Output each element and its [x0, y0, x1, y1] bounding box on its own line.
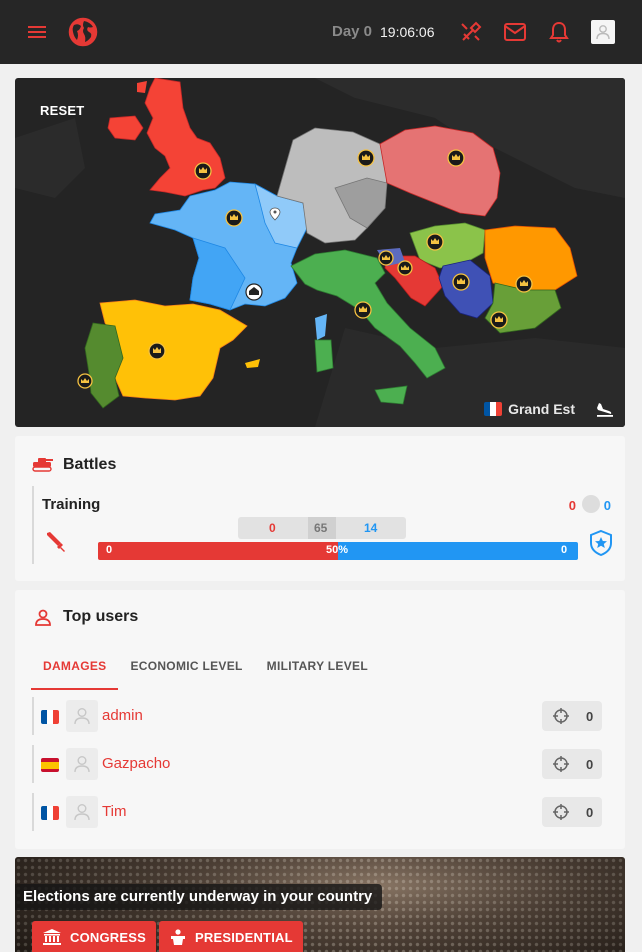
battle-item[interactable]: Training 0 0 0 65 14 0 50% 0: [32, 486, 612, 564]
plane-landing-icon[interactable]: [595, 400, 615, 423]
user-name[interactable]: admin: [102, 707, 143, 724]
crosshair-icon: [553, 708, 569, 724]
damage-value: 0: [542, 797, 602, 827]
battles-title: Battles: [63, 456, 117, 473]
region-portugal[interactable]: [84, 322, 124, 409]
defender-rounds: 0: [603, 498, 611, 513]
shield-icon: [588, 529, 614, 562]
spain-flag-icon: [41, 758, 59, 772]
top-users-title: Top users: [63, 608, 139, 625]
user-name[interactable]: Gazpacho: [102, 755, 170, 772]
globe-logo-icon[interactable]: [66, 15, 100, 49]
round-number: 65: [314, 521, 328, 535]
battle-name[interactable]: Training: [42, 496, 100, 513]
tank-icon: [32, 456, 54, 477]
damage-summary: 0 65 14: [238, 517, 406, 539]
damage-value: 0: [542, 701, 602, 731]
bar-percent-label: 50%: [326, 544, 349, 556]
podium-icon: [171, 929, 185, 945]
attacker-damage: 0: [269, 521, 276, 535]
round-status-icon: [582, 495, 600, 513]
top-users-tabs: DAMAGES ECONOMIC LEVEL MILITARY LEVEL: [31, 646, 380, 690]
world-map[interactable]: RESET Grand Est: [15, 78, 625, 427]
elections-message: Elections are currently underway in your…: [15, 884, 383, 910]
sword-icon: [44, 530, 68, 559]
map-reset-button[interactable]: RESET: [40, 103, 84, 118]
day-label: Day 0: [332, 23, 373, 40]
france-flag-icon: [484, 402, 503, 416]
avatar[interactable]: [66, 700, 98, 732]
attacker-bar-label: 0: [106, 544, 113, 556]
user-name[interactable]: Tim: [102, 803, 126, 820]
attacker-rounds: 0: [568, 498, 576, 513]
avatar[interactable]: [66, 796, 98, 828]
crosshair-icon: [553, 756, 569, 772]
elections-banner: Elections are currently underway in your…: [15, 857, 625, 952]
damage-count: 0: [586, 708, 594, 724]
france-flag-icon: [41, 806, 59, 820]
tab-damages[interactable]: DAMAGES: [31, 646, 119, 690]
game-clock: 19:06:06: [380, 24, 435, 40]
congress-label: CONGRESS: [70, 929, 147, 945]
bell-icon[interactable]: [548, 20, 570, 44]
mail-icon[interactable]: [503, 21, 527, 43]
presidential-button[interactable]: PRESIDENTIAL: [159, 921, 303, 952]
congress-icon: [43, 929, 61, 945]
defender-damage: 14: [364, 521, 378, 535]
avatar[interactable]: [66, 748, 98, 780]
damage-count: 0: [586, 756, 594, 772]
list-item[interactable]: Gazpacho 0: [32, 745, 607, 783]
region-poland[interactable]: [379, 125, 501, 217]
tab-economic-level[interactable]: ECONOMIC LEVEL: [118, 646, 254, 689]
user-outline-icon: [34, 608, 52, 631]
presidential-label: PRESIDENTIAL: [195, 929, 293, 945]
list-item[interactable]: admin 0: [32, 697, 607, 735]
battles-card: Battles Training 0 0 0 65 14 0 50% 0: [15, 436, 625, 581]
region-spain[interactable]: [99, 299, 260, 401]
menu-icon[interactable]: [26, 22, 48, 42]
damage-value: 0: [542, 749, 602, 779]
congress-button[interactable]: CONGRESS: [32, 921, 157, 952]
current-region-name: Grand Est: [508, 401, 575, 417]
user-avatar-icon[interactable]: [591, 20, 615, 44]
france-flag-icon: [41, 710, 59, 724]
current-region[interactable]: Grand Est: [484, 401, 575, 417]
damage-count: 0: [586, 804, 594, 820]
list-item[interactable]: Tim 0: [32, 793, 607, 831]
battle-icon[interactable]: [459, 20, 483, 44]
top-bar: Day 0 19:06:06: [0, 0, 642, 64]
top-users-card: Top users DAMAGES ECONOMIC LEVEL MILITAR…: [15, 590, 625, 849]
attacker-bar: [98, 542, 338, 560]
defender-bar-label: 0: [561, 544, 568, 556]
tab-military-level[interactable]: MILITARY LEVEL: [255, 646, 380, 689]
crosshair-icon: [553, 804, 569, 820]
defender-bar: [338, 542, 578, 560]
